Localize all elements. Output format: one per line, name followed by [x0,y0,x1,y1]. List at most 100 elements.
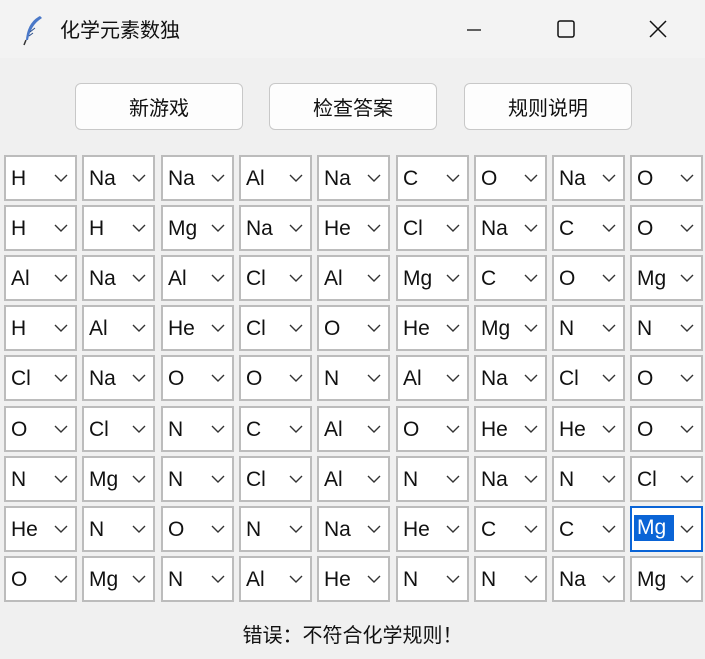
chevron-down-icon[interactable] [53,424,69,434]
chevron-down-icon[interactable] [366,574,382,584]
chevron-down-icon[interactable] [445,223,461,233]
element-select-r4-c3[interactable]: He [161,305,234,351]
close-button[interactable] [612,0,704,58]
chevron-down-icon[interactable] [679,273,695,283]
element-select-r6-c2[interactable]: Cl [82,406,155,452]
chevron-down-icon[interactable] [366,323,382,333]
element-select-r6-c5[interactable]: Al [317,406,390,452]
element-select-r6-c7[interactable]: He [474,406,547,452]
chevron-down-icon[interactable] [679,424,695,434]
chevron-down-icon[interactable] [210,223,226,233]
element-select-r1-c4[interactable]: Al [239,155,312,201]
element-select-r3-c1[interactable]: Al [4,255,77,301]
chevron-down-icon[interactable] [445,273,461,283]
element-select-r8-c5[interactable]: Na [317,506,390,552]
element-select-r7-c2[interactable]: Mg [82,456,155,502]
element-select-r4-c8[interactable]: N [552,305,625,351]
chevron-down-icon[interactable] [131,373,147,383]
element-select-r9-c4[interactable]: Al [239,556,312,602]
chevron-down-icon[interactable] [131,273,147,283]
element-select-r4-c5[interactable]: O [317,305,390,351]
chevron-down-icon[interactable] [601,424,617,434]
element-select-r9-c7[interactable]: N [474,556,547,602]
chevron-down-icon[interactable] [53,223,69,233]
chevron-down-icon[interactable] [131,474,147,484]
chevron-down-icon[interactable] [679,474,695,484]
chevron-down-icon[interactable] [601,223,617,233]
chevron-down-icon[interactable] [601,273,617,283]
chevron-down-icon[interactable] [366,524,382,534]
element-select-r1-c7[interactable]: O [474,155,547,201]
element-select-r5-c1[interactable]: Cl [4,355,77,401]
element-select-r1-c2[interactable]: Na [82,155,155,201]
chevron-down-icon[interactable] [53,474,69,484]
element-select-r4-c6[interactable]: He [396,305,469,351]
element-select-r3-c5[interactable]: Al [317,255,390,301]
chevron-down-icon[interactable] [366,373,382,383]
element-select-r7-c6[interactable]: N [396,456,469,502]
check-answer-button[interactable]: 检查答案 [269,83,437,130]
new-game-button[interactable]: 新游戏 [75,83,243,130]
chevron-down-icon[interactable] [53,373,69,383]
chevron-down-icon[interactable] [131,524,147,534]
chevron-down-icon[interactable] [288,173,304,183]
element-select-r7-c7[interactable]: Na [474,456,547,502]
element-select-r6-c8[interactable]: He [552,406,625,452]
chevron-down-icon[interactable] [366,273,382,283]
chevron-down-icon[interactable] [523,474,539,484]
chevron-down-icon[interactable] [679,574,695,584]
element-select-r5-c8[interactable]: Cl [552,355,625,401]
element-select-r4-c1[interactable]: H [4,305,77,351]
chevron-down-icon[interactable] [53,574,69,584]
element-select-r5-c6[interactable]: Al [396,355,469,401]
rules-button[interactable]: 规则说明 [464,83,632,130]
element-select-r4-c7[interactable]: Mg [474,305,547,351]
element-select-r1-c8[interactable]: Na [552,155,625,201]
chevron-down-icon[interactable] [131,223,147,233]
element-select-r8-c1[interactable]: He [4,506,77,552]
chevron-down-icon[interactable] [131,323,147,333]
element-select-r8-c7[interactable]: C [474,506,547,552]
element-select-r2-c3[interactable]: Mg [161,205,234,251]
chevron-down-icon[interactable] [523,273,539,283]
element-select-r8-c9[interactable]: Mg [630,506,703,552]
chevron-down-icon[interactable] [288,574,304,584]
element-select-r3-c6[interactable]: Mg [396,255,469,301]
element-select-r3-c7[interactable]: C [474,255,547,301]
element-select-r1-c3[interactable]: Na [161,155,234,201]
element-select-r8-c6[interactable]: He [396,506,469,552]
element-select-r2-c8[interactable]: C [552,205,625,251]
element-select-r9-c2[interactable]: Mg [82,556,155,602]
chevron-down-icon[interactable] [288,273,304,283]
chevron-down-icon[interactable] [366,173,382,183]
chevron-down-icon[interactable] [210,173,226,183]
minimize-button[interactable] [428,0,520,58]
chevron-down-icon[interactable] [445,574,461,584]
element-select-r9-c1[interactable]: O [4,556,77,602]
chevron-down-icon[interactable] [445,323,461,333]
element-select-r8-c3[interactable]: O [161,506,234,552]
element-select-r1-c6[interactable]: C [396,155,469,201]
chevron-down-icon[interactable] [288,373,304,383]
element-select-r4-c4[interactable]: Cl [239,305,312,351]
element-select-r5-c9[interactable]: O [630,355,703,401]
chevron-down-icon[interactable] [53,273,69,283]
chevron-down-icon[interactable] [445,524,461,534]
element-select-r3-c8[interactable]: O [552,255,625,301]
chevron-down-icon[interactable] [288,524,304,534]
chevron-down-icon[interactable] [601,524,617,534]
element-select-r7-c9[interactable]: Cl [630,456,703,502]
chevron-down-icon[interactable] [523,373,539,383]
chevron-down-icon[interactable] [210,323,226,333]
chevron-down-icon[interactable] [210,574,226,584]
chevron-down-icon[interactable] [601,474,617,484]
chevron-down-icon[interactable] [131,574,147,584]
chevron-down-icon[interactable] [445,173,461,183]
element-select-r6-c9[interactable]: O [630,406,703,452]
element-select-r3-c3[interactable]: Al [161,255,234,301]
element-select-r1-c1[interactable]: H [4,155,77,201]
element-select-r6-c3[interactable]: N [161,406,234,452]
chevron-down-icon[interactable] [53,524,69,534]
chevron-down-icon[interactable] [445,474,461,484]
element-select-r5-c4[interactable]: O [239,355,312,401]
